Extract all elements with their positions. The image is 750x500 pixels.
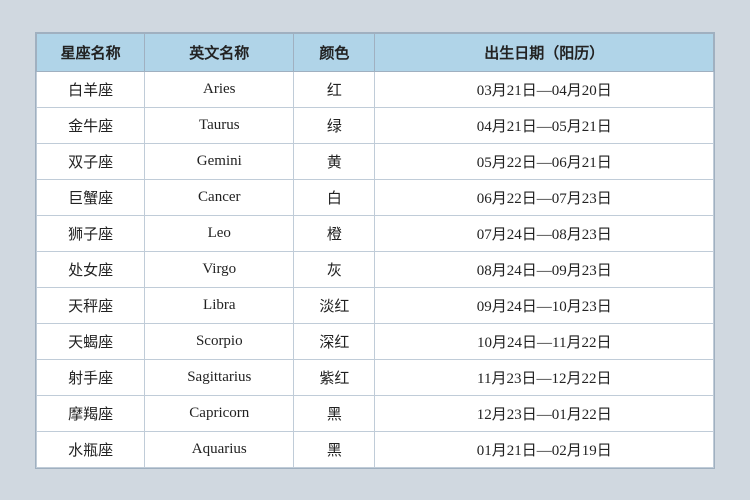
table-header-row: 星座名称 英文名称 颜色 出生日期（阳历） (37, 33, 714, 71)
table-row: 水瓶座Aquarius黑01月21日—02月19日 (37, 431, 714, 467)
table-body: 白羊座Aries红03月21日—04月20日金牛座Taurus绿04月21日—0… (37, 71, 714, 467)
header-color: 颜色 (294, 33, 375, 71)
cell-color: 白 (294, 179, 375, 215)
cell-date: 06月22日—07月23日 (375, 179, 714, 215)
cell-date: 05月22日—06月21日 (375, 143, 714, 179)
cell-zh-name: 巨蟹座 (37, 179, 145, 215)
cell-zh-name: 狮子座 (37, 215, 145, 251)
cell-en-name: Aries (145, 71, 294, 107)
cell-zh-name: 双子座 (37, 143, 145, 179)
cell-date: 09月24日—10月23日 (375, 287, 714, 323)
cell-date: 12月23日—01月22日 (375, 395, 714, 431)
cell-en-name: Taurus (145, 107, 294, 143)
cell-zh-name: 水瓶座 (37, 431, 145, 467)
cell-en-name: Capricorn (145, 395, 294, 431)
cell-color: 深红 (294, 323, 375, 359)
cell-en-name: Libra (145, 287, 294, 323)
cell-en-name: Aquarius (145, 431, 294, 467)
header-en-name: 英文名称 (145, 33, 294, 71)
cell-zh-name: 天秤座 (37, 287, 145, 323)
cell-zh-name: 金牛座 (37, 107, 145, 143)
cell-zh-name: 摩羯座 (37, 395, 145, 431)
header-date: 出生日期（阳历） (375, 33, 714, 71)
cell-color: 黑 (294, 395, 375, 431)
table-row: 摩羯座Capricorn黑12月23日—01月22日 (37, 395, 714, 431)
cell-date: 07月24日—08月23日 (375, 215, 714, 251)
cell-color: 红 (294, 71, 375, 107)
header-zh-name: 星座名称 (37, 33, 145, 71)
cell-en-name: Cancer (145, 179, 294, 215)
cell-zh-name: 天蝎座 (37, 323, 145, 359)
cell-en-name: Sagittarius (145, 359, 294, 395)
cell-zh-name: 射手座 (37, 359, 145, 395)
cell-zh-name: 白羊座 (37, 71, 145, 107)
zodiac-table: 星座名称 英文名称 颜色 出生日期（阳历） 白羊座Aries红03月21日—04… (36, 33, 714, 468)
cell-en-name: Leo (145, 215, 294, 251)
cell-date: 08月24日—09月23日 (375, 251, 714, 287)
table-row: 双子座Gemini黄05月22日—06月21日 (37, 143, 714, 179)
cell-color: 黑 (294, 431, 375, 467)
table-row: 狮子座Leo橙07月24日—08月23日 (37, 215, 714, 251)
cell-date: 03月21日—04月20日 (375, 71, 714, 107)
cell-date: 01月21日—02月19日 (375, 431, 714, 467)
table-row: 金牛座Taurus绿04月21日—05月21日 (37, 107, 714, 143)
table-row: 白羊座Aries红03月21日—04月20日 (37, 71, 714, 107)
cell-color: 绿 (294, 107, 375, 143)
cell-en-name: Virgo (145, 251, 294, 287)
table-row: 天蝎座Scorpio深红10月24日—11月22日 (37, 323, 714, 359)
cell-date: 10月24日—11月22日 (375, 323, 714, 359)
cell-color: 淡红 (294, 287, 375, 323)
cell-date: 11月23日—12月22日 (375, 359, 714, 395)
cell-en-name: Gemini (145, 143, 294, 179)
cell-date: 04月21日—05月21日 (375, 107, 714, 143)
cell-color: 黄 (294, 143, 375, 179)
zodiac-table-container: 星座名称 英文名称 颜色 出生日期（阳历） 白羊座Aries红03月21日—04… (35, 32, 715, 469)
table-row: 处女座Virgo灰08月24日—09月23日 (37, 251, 714, 287)
cell-zh-name: 处女座 (37, 251, 145, 287)
cell-color: 灰 (294, 251, 375, 287)
table-row: 射手座Sagittarius紫红11月23日—12月22日 (37, 359, 714, 395)
table-row: 天秤座Libra淡红09月24日—10月23日 (37, 287, 714, 323)
table-row: 巨蟹座Cancer白06月22日—07月23日 (37, 179, 714, 215)
cell-color: 紫红 (294, 359, 375, 395)
cell-en-name: Scorpio (145, 323, 294, 359)
cell-color: 橙 (294, 215, 375, 251)
